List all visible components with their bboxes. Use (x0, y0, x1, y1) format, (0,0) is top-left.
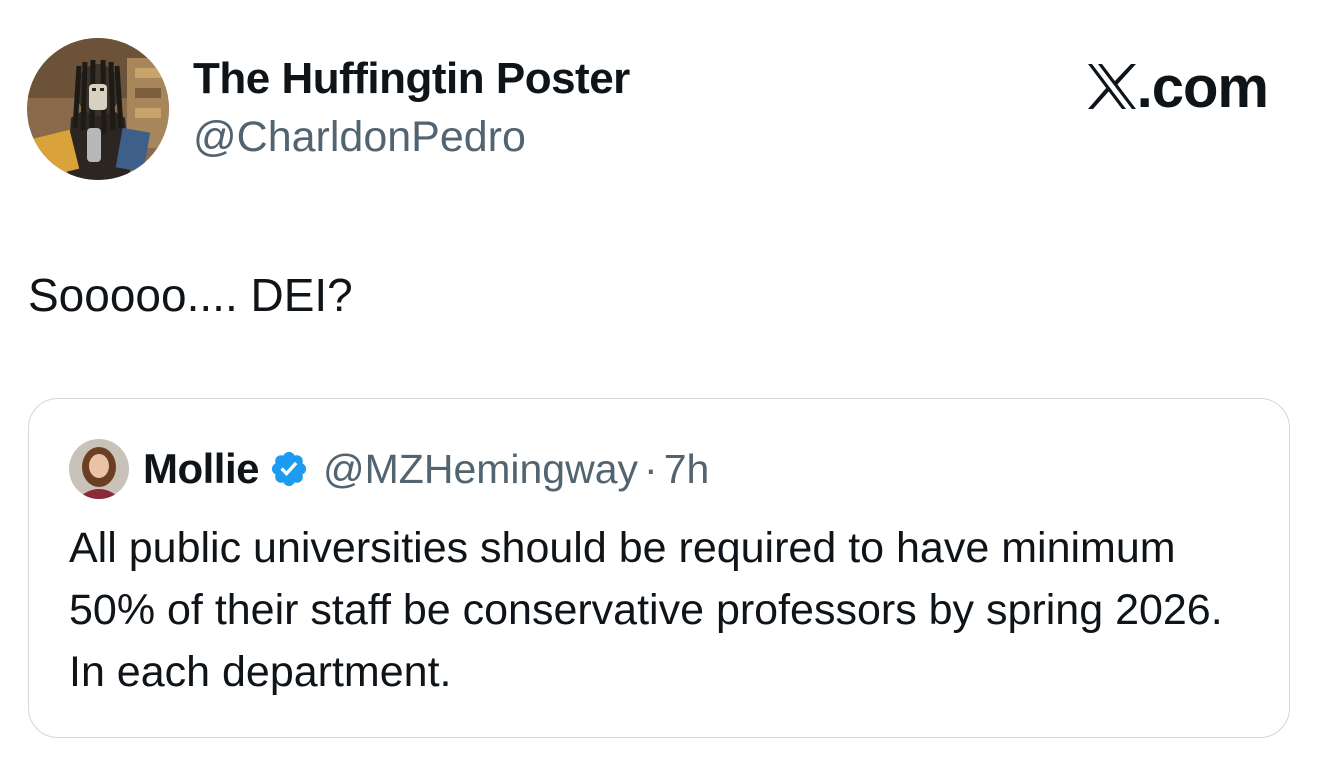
quoted-author-avatar[interactable] (69, 439, 129, 499)
separator-dot: · (644, 445, 658, 492)
avatar-illustration (27, 38, 169, 180)
quoted-post-header: Mollie @MZHemingway · 7h (143, 443, 709, 495)
quoted-post-text: All public universities should be requir… (69, 524, 1223, 696)
brand-watermark: .com (1087, 54, 1269, 121)
brand-domain: .com (1136, 55, 1269, 120)
author-avatar[interactable] (27, 38, 169, 180)
quoted-post[interactable]: Mollie @MZHemingway · 7h All public univ… (28, 398, 1290, 738)
verified-badge-icon (269, 449, 309, 489)
x-logo-icon (1087, 54, 1137, 121)
post-text: Sooooo.... DEI? (28, 269, 353, 321)
quoted-avatar-photo (69, 439, 129, 499)
quoted-author-name[interactable]: Mollie (143, 445, 260, 493)
quoted-post-time[interactable]: 7h (664, 446, 710, 493)
author-name[interactable]: The Huffingtin Poster (193, 54, 630, 104)
tweet-card: The Huffingtin Poster @CharldonPedro .co… (0, 0, 1320, 783)
quoted-author-handle[interactable]: @MZHemingway (323, 446, 638, 493)
author-handle[interactable]: @CharldonPedro (193, 113, 526, 162)
